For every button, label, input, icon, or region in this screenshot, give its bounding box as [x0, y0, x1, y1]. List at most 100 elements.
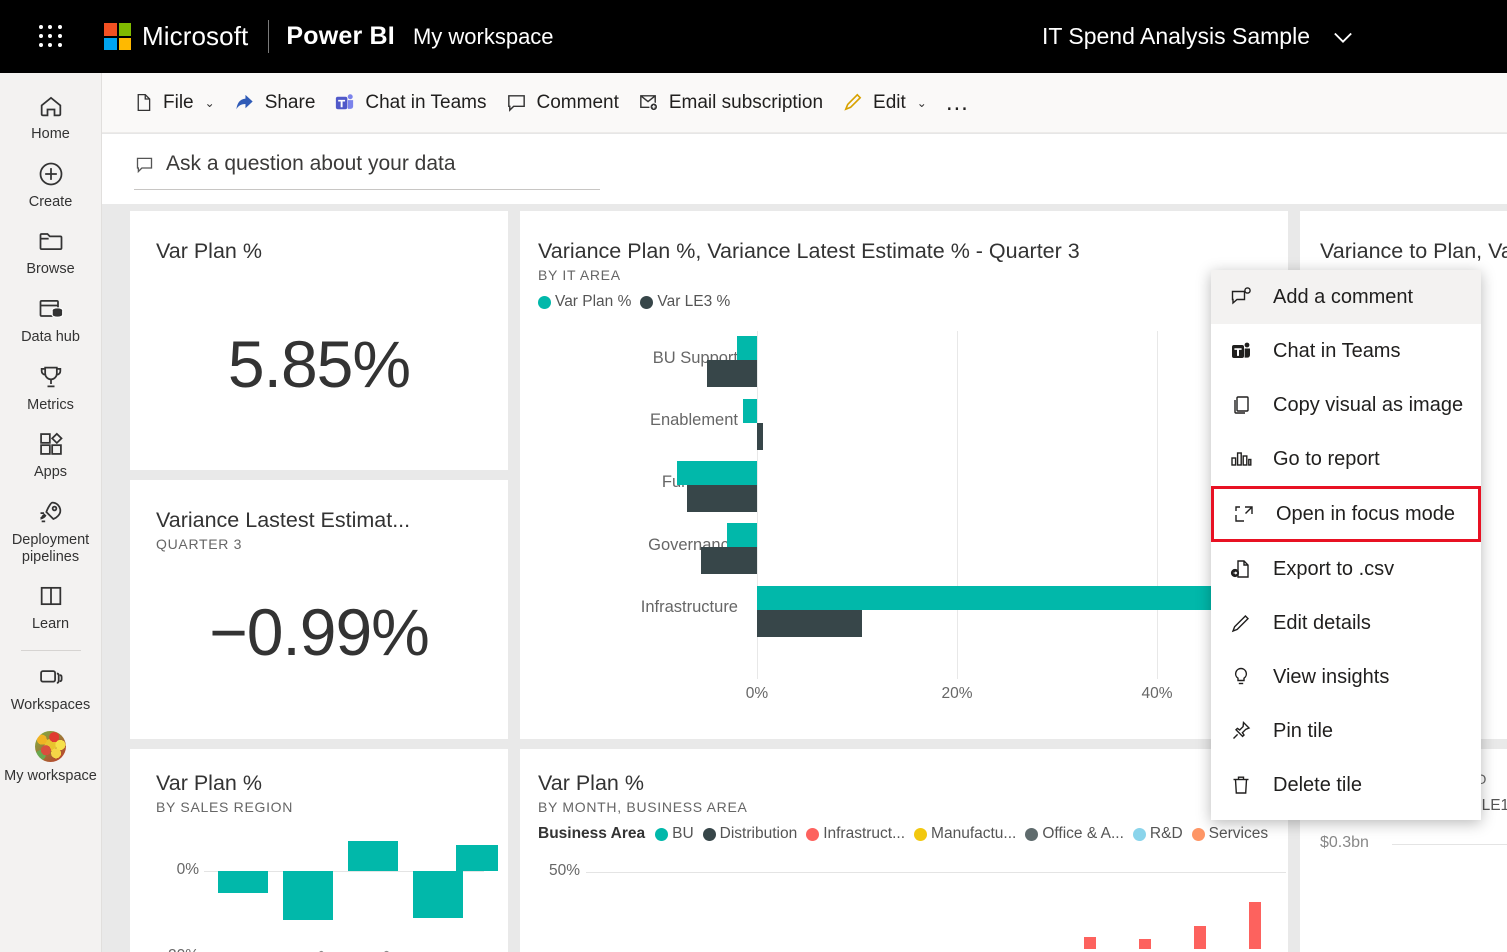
bar-region-3[interactable] — [413, 871, 463, 918]
legend-item-rnd[interactable]: R&D — [1132, 825, 1183, 843]
bar-region-1[interactable] — [283, 871, 333, 920]
copy-icon — [1229, 393, 1259, 417]
sidebar-item-label: Learn — [31, 616, 70, 633]
legend-item-bu[interactable]: BU — [655, 825, 694, 843]
comment-icon — [505, 91, 528, 114]
teams-icon — [333, 91, 356, 114]
menu-item-add-a-comment[interactable]: Add a comment — [1211, 270, 1481, 324]
legend-item-manufacturing[interactable]: Manufactu... — [914, 825, 1016, 843]
qna-placeholder: Ask a question about your data — [166, 152, 456, 175]
sidebar-item-workspaces[interactable]: Workspaces — [0, 654, 102, 722]
sidebar-item-metrics[interactable]: Metrics — [0, 354, 102, 422]
x-tick-label: ...d... — [226, 947, 261, 952]
legend-label: LE1 — [1481, 797, 1507, 814]
legend-swatch — [702, 827, 716, 841]
sidebar-item-label: Browse — [26, 261, 75, 278]
legend-item-office-admin[interactable]: Office & A... — [1025, 825, 1124, 843]
share-label: Share — [264, 91, 316, 113]
menu-item-export-to-csv[interactable]: Export to .csv — [1211, 542, 1481, 596]
bar-month-3[interactable] — [1249, 902, 1261, 949]
bar-functional-var-plan[interactable] — [677, 461, 757, 485]
sidebar-item-home[interactable]: Home — [0, 83, 102, 151]
tile-subtitle: by Sales Region — [156, 799, 294, 815]
bar-month-0[interactable] — [1084, 937, 1096, 949]
legend-label: Manufactu... — [931, 825, 1017, 842]
bar-governance-var-plan[interactable] — [727, 523, 757, 547]
menu-item-copy-visual-as-image[interactable]: Copy visual as image — [1211, 378, 1481, 432]
menu-item-pin-tile[interactable]: Pin tile — [1211, 704, 1481, 758]
tile-title: Variance Plan %, Variance Latest Estimat… — [538, 239, 1080, 263]
menu-item-view-insights[interactable]: View insights — [1211, 650, 1481, 704]
legend-item-distribution[interactable]: Distribution — [702, 825, 797, 843]
microsoft-logo[interactable]: Microsoft — [104, 21, 248, 52]
email-subscription-button[interactable]: Email subscription — [628, 83, 832, 123]
sidebar-item-create[interactable]: Create — [0, 151, 102, 219]
menu-item-delete-tile[interactable]: Delete tile — [1211, 758, 1481, 812]
sidebar-item-apps[interactable]: Apps — [0, 421, 102, 489]
qna-input[interactable]: Ask a question about your data — [134, 152, 600, 190]
bar-month-2[interactable] — [1194, 926, 1206, 949]
tile-var-plan-by-sales-region[interactable]: Var Plan % by Sales Region 0% -20% ...d.… — [130, 749, 508, 952]
menu-item-chat-in-teams[interactable]: Chat in Teams — [1211, 324, 1481, 378]
legend-label: R&D — [1149, 825, 1183, 842]
tile-var-latest-estimate-kpi[interactable]: Variance Lastest Estimat... Quarter 3 −0… — [130, 480, 508, 739]
trash-icon — [1229, 773, 1259, 797]
chevron-down-icon — [1329, 23, 1357, 51]
file-menu-button[interactable]: File ⌄ — [124, 83, 224, 123]
sidebar-item-my-workspace[interactable]: My workspace — [0, 722, 102, 793]
sidebar-item-data-hub[interactable]: Data hub — [0, 286, 102, 354]
bar-infrastructure-var-plan[interactable] — [757, 586, 1228, 610]
app-launcher-icon[interactable] — [33, 19, 69, 55]
workspaces-stack-icon — [37, 663, 65, 691]
topbar-workspace-link[interactable]: My workspace — [413, 24, 554, 50]
sidebar-item-deployment-pipelines[interactable]: Deployment pipelines — [0, 489, 102, 573]
bar-region-2[interactable] — [348, 841, 398, 871]
chat-in-teams-button[interactable]: Chat in Teams — [324, 83, 495, 123]
menu-item-edit-details[interactable]: Edit details — [1211, 596, 1481, 650]
legend-item-var-le3[interactable]: Var LE3 % — [640, 293, 730, 311]
bar-governance-var-le3[interactable] — [701, 547, 757, 574]
bar-bu-support-var-le3[interactable] — [707, 360, 757, 387]
pencil-icon — [1229, 611, 1259, 635]
export-csv-icon — [1229, 557, 1259, 581]
apps-grid-icon — [37, 430, 65, 458]
sidebar-item-label: Metrics — [27, 396, 74, 413]
gridline — [1392, 844, 1507, 845]
legend-item-infrastructure[interactable]: Infrastruct... — [806, 825, 905, 843]
bar-functional-var-le3[interactable] — [687, 485, 757, 512]
share-button[interactable]: Share — [224, 83, 325, 123]
bar-bu-support-var-plan[interactable] — [737, 336, 757, 360]
x-tick-label: USA — [468, 948, 501, 952]
report-title-dropdown[interactable]: IT Spend Analysis Sample — [1042, 0, 1357, 73]
lightbulb-icon — [1229, 665, 1259, 689]
legend-label: Office & A... — [1042, 825, 1124, 842]
bar-region-4[interactable] — [456, 845, 498, 871]
focus-mode-icon — [1232, 502, 1262, 526]
menu-item-label: Edit details — [1273, 611, 1371, 634]
sidebar-item-learn[interactable]: Learn — [0, 573, 102, 641]
bar-infrastructure-var-le3[interactable] — [757, 610, 862, 637]
bar-enablement-var-le3[interactable] — [757, 423, 763, 450]
tile-var-plan-by-month-business-area[interactable]: Var Plan % by Month, Business Area Busin… — [520, 749, 1288, 952]
more-options-button[interactable]: … — [936, 83, 980, 123]
tile-var-plan-kpi[interactable]: Var Plan % 5.85% — [130, 211, 508, 470]
menu-item-open-in-focus-mode[interactable]: Open in focus mode — [1211, 486, 1481, 542]
sidebar-item-browse[interactable]: Browse — [0, 218, 102, 286]
edit-button[interactable]: Edit ⌄ — [832, 83, 936, 123]
x-tick-label: ...ope — [356, 945, 394, 952]
menu-item-go-to-report[interactable]: Go to report — [1211, 432, 1481, 486]
y-tick-label: $0.3bn — [1320, 834, 1369, 851]
legend-item-services[interactable]: Services — [1191, 825, 1268, 843]
powerbi-product-name[interactable]: Power BI — [286, 22, 395, 51]
comment-label: Comment — [536, 91, 619, 113]
legend-label: Var LE3 % — [657, 293, 731, 310]
bar-month-1[interactable] — [1139, 939, 1151, 949]
comment-button[interactable]: Comment — [496, 83, 628, 123]
gridline-20pct — [957, 331, 958, 679]
bar-region-0[interactable] — [218, 871, 268, 893]
bar-enablement-var-plan[interactable] — [743, 399, 757, 423]
tile-variance-by-it-area[interactable]: Variance Plan %, Variance Latest Estimat… — [520, 211, 1288, 739]
month-chart-plot: 50% — [538, 859, 1288, 949]
legend-item-var-plan[interactable]: Var Plan % — [538, 293, 631, 311]
sidebar-item-label: Home — [31, 126, 70, 142]
